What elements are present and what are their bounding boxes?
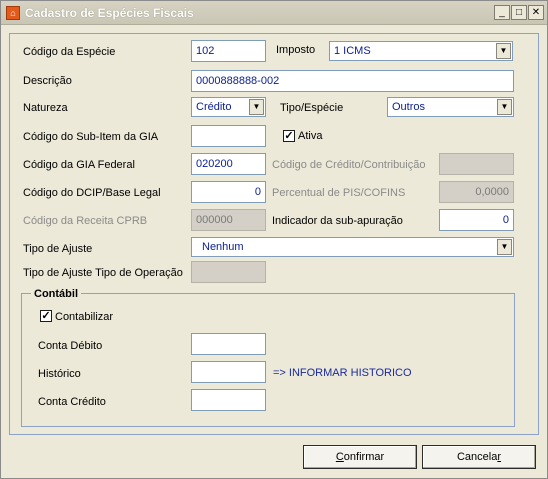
dialog-window: ⌂ Cadastro de Espécies Fiscais _ □ ✕ Cód… xyxy=(0,0,548,479)
imposto-label: Imposto xyxy=(276,44,316,56)
cancelar-button-label: Cancela xyxy=(456,451,498,463)
credito-contribuicao-label: Código de Crédito/Contribuição xyxy=(272,159,426,171)
gia-federal-label: Código da GIA Federal xyxy=(23,159,135,171)
tipo-ajuste-operacao-label: Tipo de Ajuste Tipo de Operação xyxy=(23,267,183,279)
confirmar-button-label: onfirmar xyxy=(343,451,385,463)
chevron-down-icon[interactable]: ▼ xyxy=(496,43,511,59)
cancelar-button[interactable]: Cancelar xyxy=(422,445,536,469)
conta-credito-label: Conta Crédito xyxy=(38,396,106,408)
codigo-especie-label: Código da Espécie xyxy=(23,46,116,58)
contabilizar-label: Contabilizar xyxy=(55,311,114,323)
chevron-down-icon[interactable]: ▼ xyxy=(249,99,264,115)
contabilizar-checkbox[interactable]: ✓ xyxy=(40,310,52,322)
historico-label: Histórico xyxy=(38,368,81,380)
cancelar-button-mnemonic: r xyxy=(497,451,502,463)
ativa-label: Ativa xyxy=(298,130,323,142)
sub-item-gia-input[interactable] xyxy=(191,125,266,147)
receita-cprb-input: 000000 xyxy=(191,209,266,231)
confirmar-button[interactable]: Confirmar xyxy=(303,445,417,469)
historico-input[interactable] xyxy=(191,361,266,383)
contabil-group-title: Contábil xyxy=(31,288,81,300)
historico-hint: => INFORMAR HISTORICO xyxy=(273,367,412,379)
dcip-label: Código do DCIP/Base Legal xyxy=(23,187,161,199)
receita-cprb-label: Código da Receita CPRB xyxy=(23,215,148,227)
descricao-label: Descrição xyxy=(23,75,72,87)
maximize-button[interactable]: □ xyxy=(511,5,527,20)
tipo-especie-select-value: Outros xyxy=(392,101,426,113)
credito-contribuicao-input xyxy=(439,153,514,175)
chevron-down-icon[interactable]: ▼ xyxy=(497,239,512,255)
imposto-select[interactable]: 1 ICMS ▼ xyxy=(329,41,513,61)
window-title: Cadastro de Espécies Fiscais xyxy=(25,6,194,20)
codigo-especie-input[interactable]: 102 xyxy=(191,40,266,62)
imposto-select-value: 1 ICMS xyxy=(334,45,371,57)
title-bar[interactable]: ⌂ Cadastro de Espécies Fiscais _ □ ✕ xyxy=(1,1,547,25)
percentual-pis-input: 0,0000 xyxy=(439,181,514,203)
chevron-down-icon[interactable]: ▼ xyxy=(497,99,512,115)
close-button[interactable]: ✕ xyxy=(528,5,544,20)
natureza-select-value: Crédito xyxy=(196,101,232,113)
minimize-button[interactable]: _ xyxy=(494,5,510,20)
natureza-select[interactable]: Crédito ▼ xyxy=(191,97,266,117)
app-icon: ⌂ xyxy=(6,6,20,20)
descricao-input[interactable]: 0000888888-002 xyxy=(191,70,514,92)
conta-debito-input[interactable] xyxy=(191,333,266,355)
percentual-pis-label: Percentual de PIS/COFINS xyxy=(272,187,406,199)
tipo-ajuste-select-value: Nenhum xyxy=(202,241,244,253)
tipo-ajuste-operacao-input xyxy=(191,261,266,283)
ativa-checkbox[interactable]: ✓ xyxy=(283,130,295,142)
gia-federal-input[interactable]: 020200 xyxy=(191,153,266,175)
dcip-input[interactable]: 0 xyxy=(191,181,266,203)
sub-item-gia-label: Código do Sub-Item da GIA xyxy=(23,131,159,143)
conta-debito-label: Conta Débito xyxy=(38,340,103,352)
tipo-especie-label: Tipo/Espécie xyxy=(280,102,344,114)
confirmar-button-mnemonic: C xyxy=(335,451,344,463)
sub-apuracao-label: Indicador da sub-apuração xyxy=(272,215,403,227)
tipo-ajuste-label: Tipo de Ajuste xyxy=(23,243,93,255)
natureza-label: Natureza xyxy=(23,102,68,114)
conta-credito-input[interactable] xyxy=(191,389,266,411)
tipo-especie-select[interactable]: Outros ▼ xyxy=(387,97,514,117)
tipo-ajuste-select[interactable]: Nenhum ▼ xyxy=(191,237,514,257)
sub-apuracao-input[interactable]: 0 xyxy=(439,209,514,231)
